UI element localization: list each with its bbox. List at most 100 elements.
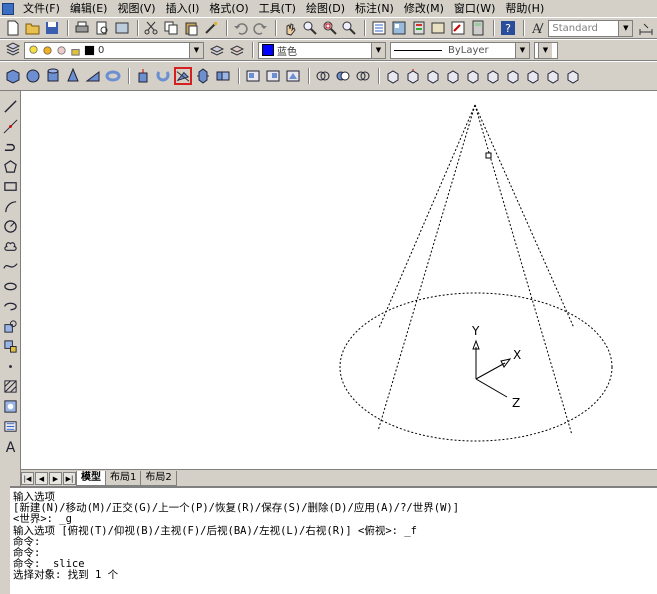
polygon-icon[interactable] — [1, 157, 19, 175]
copy-icon[interactable] — [162, 19, 180, 37]
setup-drawing-icon[interactable] — [244, 67, 262, 85]
match-properties-icon[interactable] — [202, 19, 220, 37]
rectangle-icon[interactable] — [1, 177, 19, 195]
zoom-window-icon[interactable] — [321, 19, 339, 37]
last-tab-button[interactable]: ▶| — [63, 472, 76, 485]
layer-manager-icon[interactable] — [4, 41, 22, 59]
multiline-text-icon[interactable]: A — [1, 437, 19, 455]
app-icon[interactable] — [2, 2, 14, 15]
chevron-down-icon[interactable]: ▼ — [618, 20, 633, 36]
wedge-icon[interactable] — [84, 67, 102, 85]
menu-window[interactable]: 窗口(W) — [449, 0, 500, 17]
menu-view[interactable]: 视图(V) — [112, 0, 160, 17]
zoom-realtime-icon[interactable] — [301, 19, 319, 37]
lineweight-select[interactable]: ▼ — [534, 41, 558, 59]
print-preview-icon[interactable] — [93, 19, 111, 37]
line-icon[interactable] — [1, 97, 19, 115]
dim-style-icon[interactable] — [637, 19, 655, 37]
properties-icon[interactable] — [370, 19, 388, 37]
chevron-down-icon[interactable]: ▼ — [371, 42, 385, 58]
undo-icon[interactable] — [232, 19, 250, 37]
section-icon[interactable] — [194, 67, 212, 85]
linetype-select[interactable]: ByLayer ▼ — [390, 41, 530, 59]
setup-view-icon[interactable] — [264, 67, 282, 85]
chevron-down-icon[interactable]: ▼ — [515, 42, 529, 58]
sheet-set-icon[interactable] — [430, 19, 448, 37]
delete-faces-icon[interactable] — [444, 67, 462, 85]
torus-icon[interactable] — [104, 67, 122, 85]
intersect-icon[interactable] — [354, 67, 372, 85]
menu-file[interactable]: 文件(F) — [18, 0, 65, 17]
publish-icon[interactable] — [113, 19, 131, 37]
command-window-handle[interactable] — [0, 486, 10, 594]
menu-draw[interactable]: 绘图(D) — [301, 0, 350, 17]
point-icon[interactable] — [1, 357, 19, 375]
design-center-icon[interactable] — [390, 19, 408, 37]
copy-edges-icon[interactable] — [544, 67, 562, 85]
first-tab-button[interactable]: |◀ — [21, 472, 34, 485]
print-icon[interactable] — [73, 19, 91, 37]
help-icon[interactable]: ? — [499, 19, 517, 37]
next-tab-button[interactable]: ▶ — [49, 472, 62, 485]
new-file-icon[interactable] — [4, 19, 22, 37]
subtract-icon[interactable] — [334, 67, 352, 85]
arc-icon[interactable] — [1, 197, 19, 215]
extrude-faces-icon[interactable] — [384, 67, 402, 85]
menu-insert[interactable]: 插入(I) — [161, 0, 205, 17]
cone-icon[interactable] — [64, 67, 82, 85]
union-icon[interactable] — [314, 67, 332, 85]
taper-faces-icon[interactable] — [484, 67, 502, 85]
paste-icon[interactable] — [182, 19, 200, 37]
menu-help[interactable]: 帮助(H) — [500, 0, 549, 17]
markup-icon[interactable] — [449, 19, 467, 37]
make-block-icon[interactable] — [1, 337, 19, 355]
menu-format[interactable]: 格式(O) — [204, 0, 253, 17]
revision-cloud-icon[interactable] — [1, 237, 19, 255]
sphere-icon[interactable] — [24, 67, 42, 85]
tool-palettes-icon[interactable] — [410, 19, 428, 37]
cylinder-icon[interactable] — [44, 67, 62, 85]
prev-tab-button[interactable]: ◀ — [35, 472, 48, 485]
interfere-icon[interactable] — [214, 67, 232, 85]
command-window[interactable]: 输入选项 [新建(N)/移动(M)/正交(G)/上一个(P)/恢复(R)/保存(… — [10, 486, 657, 594]
calculator-icon[interactable] — [469, 19, 487, 37]
move-faces-icon[interactable] — [404, 67, 422, 85]
make-current-layer-icon[interactable] — [208, 41, 226, 59]
tab-model[interactable]: 模型 — [76, 471, 106, 486]
ellipse-icon[interactable] — [1, 277, 19, 295]
text-style-select[interactable]: Standard ▼ — [548, 19, 634, 37]
construction-line-icon[interactable] — [1, 117, 19, 135]
region-icon[interactable] — [1, 417, 19, 435]
menu-tools[interactable]: 工具(T) — [254, 0, 301, 17]
redo-icon[interactable] — [251, 19, 269, 37]
open-folder-icon[interactable] — [24, 19, 42, 37]
slice-icon[interactable] — [174, 67, 192, 85]
layer-select[interactable]: 0 ▼ — [24, 41, 204, 59]
color-faces-icon[interactable] — [524, 67, 542, 85]
cut-icon[interactable] — [143, 19, 161, 37]
box-icon[interactable] — [4, 67, 22, 85]
zoom-previous-icon[interactable] — [340, 19, 358, 37]
polyline-icon[interactable] — [1, 137, 19, 155]
hatch-icon[interactable] — [1, 377, 19, 395]
color-select[interactable]: 蓝色 ▼ — [258, 41, 386, 59]
circle-icon[interactable] — [1, 217, 19, 235]
extrude-icon[interactable] — [134, 67, 152, 85]
color-edges-icon[interactable] — [564, 67, 582, 85]
spline-icon[interactable] — [1, 257, 19, 275]
offset-faces-icon[interactable] — [424, 67, 442, 85]
text-style-icon[interactable]: A — [529, 19, 547, 37]
gradient-icon[interactable] — [1, 397, 19, 415]
pan-icon[interactable] — [281, 19, 299, 37]
chevron-down-icon[interactable]: ▼ — [189, 42, 203, 58]
insert-block-icon[interactable] — [1, 317, 19, 335]
ellipse-arc-icon[interactable] — [1, 297, 19, 315]
setup-profile-icon[interactable] — [284, 67, 302, 85]
menu-dimension[interactable]: 标注(N) — [350, 0, 399, 17]
copy-faces-icon[interactable] — [504, 67, 522, 85]
chevron-down-icon[interactable]: ▼ — [538, 42, 552, 58]
save-icon[interactable] — [44, 19, 62, 37]
layer-previous-icon[interactable] — [228, 41, 246, 59]
tab-layout2[interactable]: 布局2 — [140, 471, 177, 486]
rotate-faces-icon[interactable] — [464, 67, 482, 85]
